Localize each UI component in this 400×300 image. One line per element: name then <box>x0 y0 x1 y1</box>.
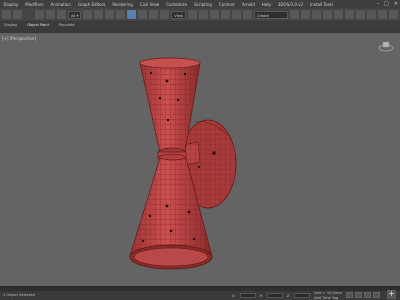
lower-cone-rim[interactable] <box>129 244 213 270</box>
selection-status: 1 Object Selected <box>3 293 35 297</box>
rendered-frame-icon[interactable] <box>377 10 387 19</box>
curve-editor-icon[interactable] <box>333 10 343 19</box>
tab-object-paint[interactable]: Object Paint <box>27 23 49 27</box>
go-to-start-icon[interactable] <box>346 292 353 298</box>
selection-filter-dropdown[interactable]: All ▾ <box>68 10 82 19</box>
add-time-tag-button[interactable]: Add Time Tag <box>314 296 338 300</box>
layer-explorer-icon[interactable] <box>311 10 321 19</box>
x-label: X: <box>232 293 236 298</box>
window-controls: – □ ✕ <box>377 0 398 8</box>
selection-set-dropdown[interactable]: Create Selection Se <box>253 10 288 19</box>
select-scale-icon[interactable] <box>149 10 159 19</box>
playback-controls <box>346 292 380 298</box>
plus-icon[interactable]: + <box>387 290 396 299</box>
menu-content[interactable]: Content <box>215 2 238 7</box>
reference-coordinate-dropdown[interactable]: View <box>171 10 186 19</box>
schematic-view-icon[interactable] <box>344 10 354 19</box>
unlink-icon[interactable] <box>46 10 55 19</box>
menu-graph-editors[interactable]: Graph Editors <box>74 2 108 7</box>
rectangle-selection-icon[interactable] <box>105 10 115 19</box>
angle-snap-icon[interactable] <box>220 10 230 19</box>
menu-animation[interactable]: Animation <box>47 2 74 7</box>
redo-icon[interactable] <box>13 10 22 19</box>
spinner-snap-icon[interactable] <box>242 10 252 19</box>
perspective-viewport[interactable]: [+] [Perspective] <box>0 33 400 287</box>
wall-lamp-model[interactable] <box>0 34 400 287</box>
x-field[interactable] <box>239 293 256 298</box>
align-icon[interactable] <box>300 10 310 19</box>
menu-display[interactable]: Display <box>0 2 22 7</box>
coordinate-readout: X: Y: Z: <box>232 293 311 298</box>
status-bar: 1 Object Selected X: Y: Z: Grid = 10,0mm… <box>0 286 400 300</box>
mirror-icon[interactable] <box>289 10 299 19</box>
menu-customize[interactable]: Customize <box>163 2 191 7</box>
z-label: Z: <box>286 293 291 298</box>
select-place-icon[interactable] <box>160 10 170 19</box>
menu-3dos[interactable]: 3DOS/3.0 v2 <box>274 2 306 7</box>
snaps-toggle-icon[interactable] <box>209 10 219 19</box>
z-field[interactable] <box>294 293 311 298</box>
undo-icon[interactable] <box>2 10 11 19</box>
menu-arnold[interactable]: Arnold <box>238 2 258 7</box>
bind-space-warp-icon[interactable] <box>57 10 66 19</box>
menu-scripting[interactable]: Scripting <box>191 2 216 7</box>
grid-readout: Grid = 10,0mm <box>314 291 342 295</box>
material-editor-icon[interactable] <box>355 10 365 19</box>
toggle-ribbon-icon[interactable] <box>322 10 332 19</box>
select-rotate-icon[interactable] <box>138 10 148 19</box>
menu-install-tools[interactable]: Install Tools <box>307 2 337 7</box>
link-icon[interactable] <box>35 10 44 19</box>
keyboard-shortcut-icon[interactable] <box>198 10 208 19</box>
maximize-button[interactable]: □ <box>384 1 389 7</box>
next-frame-icon[interactable] <box>373 292 380 298</box>
play-icon[interactable] <box>364 292 371 298</box>
tab-display[interactable]: Display <box>4 23 17 27</box>
select-object-icon[interactable] <box>83 10 93 19</box>
menu-bar: Display Modifiers Animation Graph Editor… <box>0 0 400 8</box>
menu-modifiers[interactable]: Modifiers <box>22 2 47 7</box>
menu-civil-view[interactable]: Civil View <box>136 2 162 7</box>
y-field[interactable] <box>266 293 283 298</box>
window-crossing-icon[interactable] <box>116 10 126 19</box>
minimize-button[interactable]: – <box>377 1 380 7</box>
pivot-center-icon[interactable] <box>187 10 197 19</box>
close-button[interactable]: ✕ <box>394 1 398 7</box>
menu-rendering[interactable]: Rendering <box>109 2 136 7</box>
select-move-icon[interactable] <box>127 10 137 19</box>
main-toolbar: All ▾ View Create Selection Se <box>0 8 400 22</box>
tab-populate[interactable]: Populate <box>59 23 75 27</box>
percent-snap-icon[interactable] <box>231 10 241 19</box>
render-setup-icon[interactable] <box>366 10 376 19</box>
render-icon[interactable] <box>388 10 398 19</box>
previous-frame-icon[interactable] <box>355 292 362 298</box>
y-label: Y: <box>259 293 263 298</box>
menu-help[interactable]: Help <box>258 2 274 7</box>
select-by-name-icon[interactable] <box>94 10 104 19</box>
